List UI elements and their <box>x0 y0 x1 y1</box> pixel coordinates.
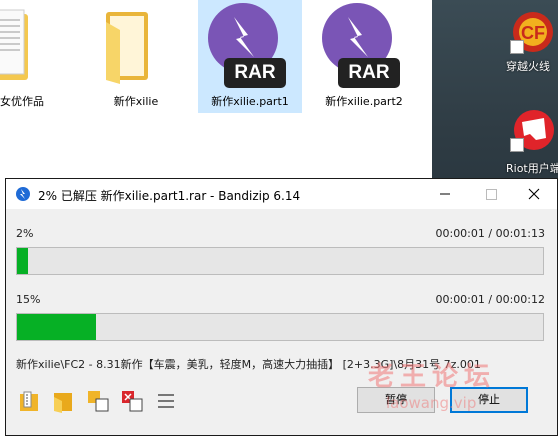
desktop-icon-label: Riot用户端 <box>506 162 558 175</box>
file-item-folder-doc[interactable]: 女优作品 <box>0 0 74 113</box>
file-explorer: 女优作品 新作xilie RAR 新作xilie.part1 RAR 新作xil… <box>0 0 432 180</box>
svg-text:CF: CF <box>521 23 545 43</box>
total-progress-bar <box>16 313 544 341</box>
copy-folder-icon[interactable] <box>86 389 110 413</box>
bandizip-app-icon <box>16 187 30 201</box>
file-item-folder[interactable]: 新作xilie <box>84 0 188 113</box>
watermark-url: laowang.vip <box>386 394 477 412</box>
shortcut-arrow-icon <box>510 40 524 54</box>
lightning-bolt-icon <box>234 17 254 57</box>
close-button[interactable] <box>511 179 557 209</box>
desktop-icon-label: 穿越火线 <box>506 60 550 73</box>
menu-icon[interactable] <box>154 389 178 413</box>
folder-icon <box>106 12 148 84</box>
rar-label-badge: RAR <box>224 58 286 88</box>
total-progress-fill <box>17 314 96 340</box>
maximize-button <box>468 179 514 209</box>
window-title: 2% 已解压 新作xilie.part1.rar - Bandizip 6.14 <box>38 189 301 203</box>
delete-copy-icon[interactable] <box>120 389 144 413</box>
shortcut-arrow-icon <box>510 138 524 152</box>
file-label: 新作xilie.part2 <box>325 95 403 108</box>
title-bar: 2% 已解压 新作xilie.part1.rar - Bandizip 6.14 <box>6 179 557 209</box>
lightning-bolt-icon <box>348 17 368 57</box>
total-progress-time: 00:00:01 / 00:00:12 <box>435 293 545 306</box>
file-progress-percent: 2% <box>16 227 34 240</box>
open-folder-icon[interactable] <box>52 389 76 413</box>
minimize-button[interactable] <box>422 179 468 209</box>
watermark-text: 老王论坛 <box>368 362 497 392</box>
total-progress-percent: 15% <box>16 293 41 306</box>
file-progress-time: 00:00:01 / 00:01:13 <box>435 227 545 240</box>
folder-with-documents-icon <box>0 9 28 80</box>
file-label: 新作xilie.part1 <box>211 95 289 108</box>
file-item-rar-part1[interactable]: RAR 新作xilie.part1 <box>198 0 302 113</box>
open-archive-folder-icon[interactable] <box>18 389 42 413</box>
file-progress-fill <box>17 248 28 274</box>
file-progress-bar <box>16 247 544 275</box>
file-item-rar-part2[interactable]: RAR 新作xilie.part2 <box>312 0 416 113</box>
file-label: 女优作品 <box>0 95 44 108</box>
rar-label-badge: RAR <box>338 58 400 88</box>
file-label: 新作xilie <box>113 95 159 108</box>
